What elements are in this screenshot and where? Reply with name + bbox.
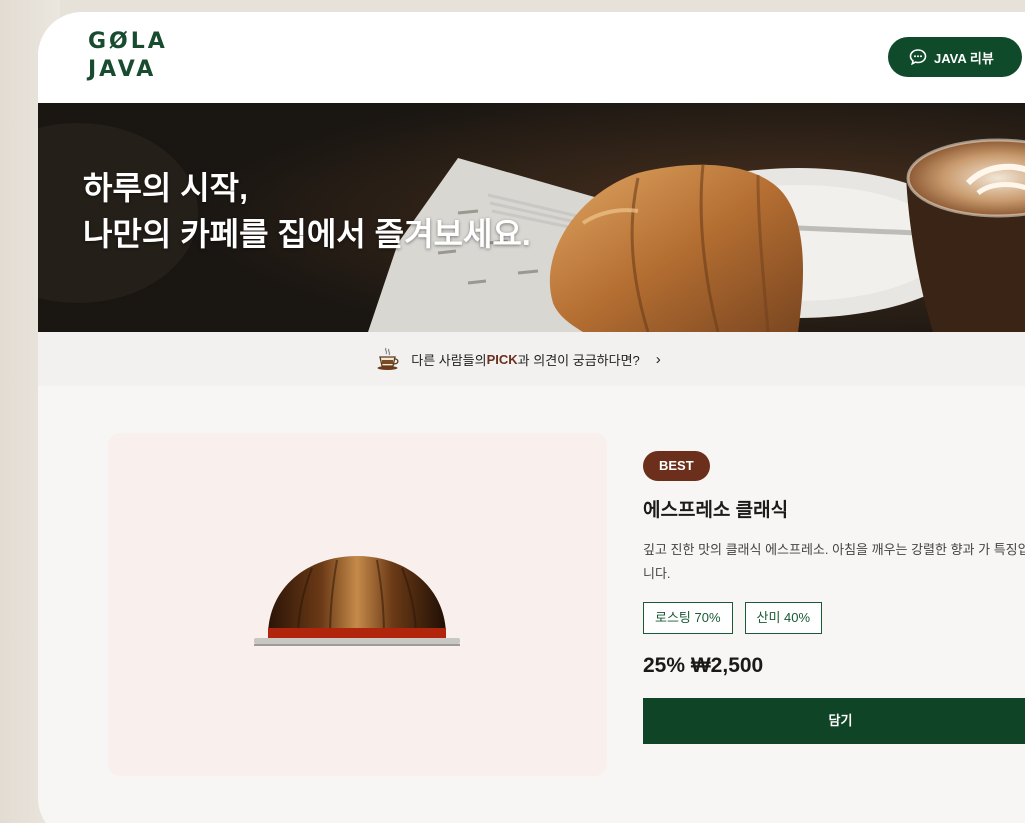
logo-line-2: JAVA bbox=[88, 57, 157, 82]
tag-acidity: 산미 40% bbox=[744, 602, 823, 634]
app-frame: GØLA JAVA JAVA 리뷰 하루의 시작, 나만의 카페를 집에서 즐겨… bbox=[38, 12, 1025, 823]
chat-bubble-icon bbox=[909, 49, 927, 66]
brand-logo[interactable]: GØLA JAVA bbox=[88, 28, 168, 84]
tag-roasting: 로스팅 70% bbox=[643, 602, 733, 634]
community-pick-link[interactable]: 다른 사람들의 PICK 과 의견이 궁금하다면? › bbox=[38, 332, 1025, 386]
chevron-right-icon: › bbox=[655, 350, 661, 368]
product-image-card[interactable] bbox=[108, 433, 607, 776]
best-badge: BEST bbox=[643, 451, 710, 481]
coffee-capsule-image bbox=[254, 556, 460, 646]
hero-banner: 하루의 시작, 나만의 카페를 집에서 즐겨보세요. bbox=[38, 103, 1025, 332]
pick-text-after: 과 의견이 궁금하다면? bbox=[517, 352, 640, 368]
coffee-cup-icon bbox=[377, 347, 399, 370]
add-to-cart-button[interactable]: 담기 bbox=[643, 698, 1025, 744]
product-name: 에스프레소 클래식 bbox=[643, 500, 789, 521]
product-description: 깊고 진한 맛의 클래식 에스프레소. 아침을 깨우는 강렬한 향과 가 특징입… bbox=[643, 542, 1025, 581]
top-header: GØLA JAVA JAVA 리뷰 bbox=[38, 12, 1025, 103]
product-price: 25% ₩2,500 bbox=[643, 654, 764, 677]
pick-text-before: 다른 사람들의 bbox=[411, 352, 487, 368]
product-info: BEST 에스프레소 클래식 깊고 진한 맛의 클래식 에스프레소. 아침을 깨… bbox=[643, 451, 1025, 744]
java-review-button[interactable]: JAVA 리뷰 bbox=[888, 37, 1022, 77]
logo-line-1: GØLA bbox=[88, 29, 168, 54]
product-tags: 로스팅 70% 산미 40% bbox=[643, 602, 1025, 634]
hero-heading: 하루의 시작, 나만의 카페를 집에서 즐겨보세요. bbox=[83, 165, 531, 257]
java-review-label: JAVA 리뷰 bbox=[934, 50, 994, 66]
hero-line-2: 나만의 카페를 집에서 즐겨보세요. bbox=[83, 216, 531, 252]
pick-highlight: PICK bbox=[486, 351, 518, 367]
hero-line-1: 하루의 시작, bbox=[83, 170, 248, 206]
